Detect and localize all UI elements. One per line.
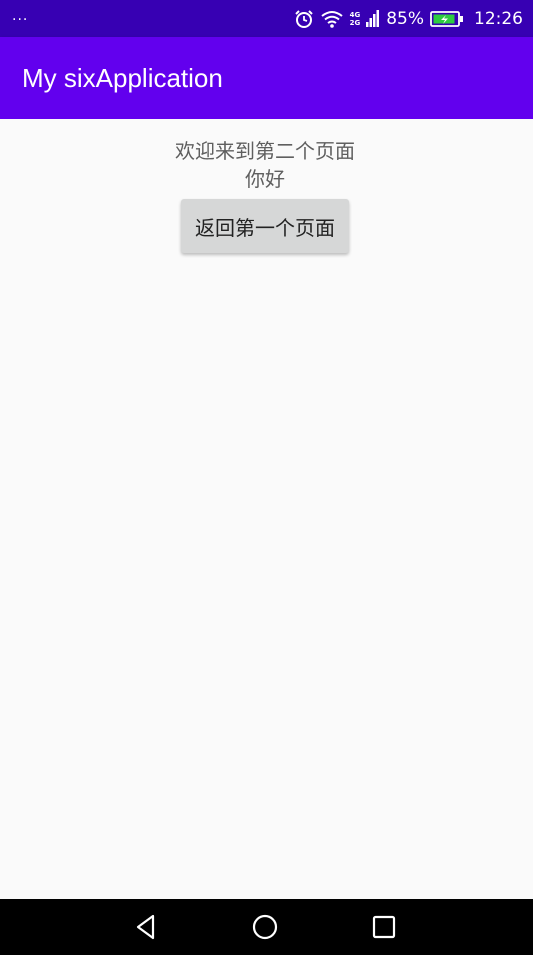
- status-notification-dots: ...: [12, 7, 29, 24]
- greeting-text: 你好: [245, 167, 285, 191]
- battery-charging-icon: [430, 10, 464, 28]
- welcome-text: 欢迎来到第二个页面: [175, 139, 355, 163]
- app-bar: My sixApplication: [0, 37, 533, 119]
- status-time: 12:26: [474, 8, 523, 29]
- network-type-label: 4G 2G: [350, 11, 361, 27]
- status-icons: 4G 2G 85% 12:26: [294, 9, 523, 29]
- main-content: 欢迎来到第二个页面 你好 返回第一个页面: [0, 119, 533, 899]
- network-bottom-label: 2G: [349, 18, 361, 27]
- network-top-label: 4G: [349, 10, 361, 19]
- phone-screen: ... 4G 2G 85% 12:26 My sixApplication 欢迎…: [0, 0, 533, 955]
- home-circle-icon[interactable]: [247, 909, 283, 945]
- back-to-first-page-button[interactable]: 返回第一个页面: [181, 199, 349, 253]
- back-triangle-icon[interactable]: [128, 909, 164, 945]
- recents-square-icon[interactable]: [366, 909, 402, 945]
- wifi-icon: [320, 9, 344, 29]
- status-bar: ... 4G 2G 85% 12:26: [0, 0, 533, 37]
- signal-icon: [366, 9, 380, 29]
- app-title: My sixApplication: [22, 62, 223, 93]
- navigation-bar: [0, 899, 533, 955]
- battery-percent: 85%: [386, 8, 424, 29]
- alarm-icon: [294, 9, 314, 29]
